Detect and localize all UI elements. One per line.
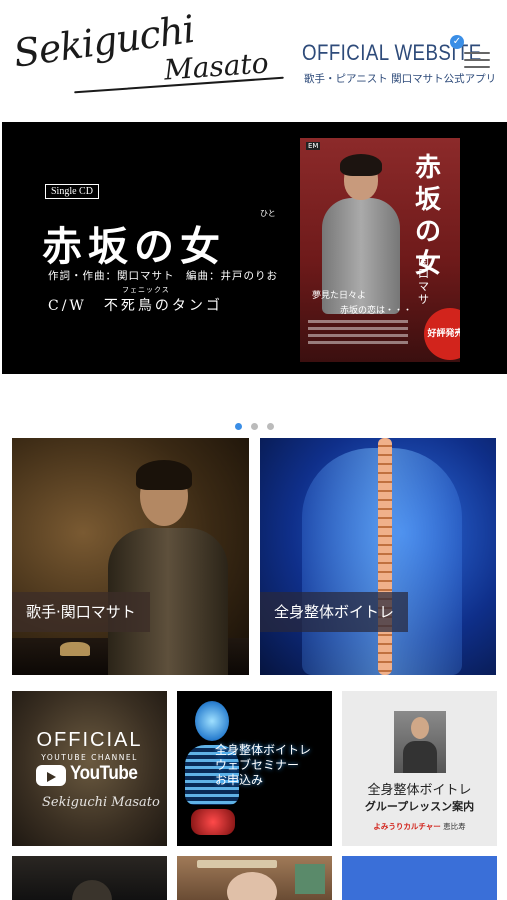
signature-logo[interactable]: Sekiguchi Masato bbox=[11, 7, 304, 100]
menu-line bbox=[464, 66, 490, 68]
hamburger-menu-icon[interactable] bbox=[464, 52, 490, 72]
web-seminar-tile[interactable]: 全身整体ボイトレ ウェブセミナー お申込み bbox=[177, 691, 332, 846]
cover-artist: 関口マサ bbox=[418, 254, 429, 306]
youtube-wordmark: YouTube bbox=[70, 763, 138, 784]
group-lesson-tile[interactable]: 全身整体ボイトレ グループレッスン案内 よみうりカルチャー 恵比寿 bbox=[342, 691, 497, 846]
bottom-tile-3[interactable] bbox=[342, 856, 497, 900]
cd-cover-image: EM 赤坂の女 関口マサ 夢見た日々よ 赤坂の恋は・・・ 好評発売中 bbox=[300, 138, 460, 362]
menu-line bbox=[464, 59, 490, 61]
hero-banner[interactable]: Single CD ひと 赤坂の女 作詞・作曲：関口マサト 編曲：井戸のりお フ… bbox=[2, 122, 507, 374]
spine-image bbox=[378, 438, 392, 675]
lesson-subtitle: グループレッスン案内 bbox=[364, 800, 475, 813]
body-voice-training-tile[interactable]: 全身整体ボイトレ bbox=[260, 438, 496, 675]
cover-lyric-1: 夢見た日々よ bbox=[312, 291, 367, 301]
song-title: 赤坂の女 bbox=[42, 223, 226, 270]
youtube-play-icon bbox=[36, 765, 66, 786]
app-header: Sekiguchi Masato OFFICIAL WEBSITE ✓ 歌手・ピ… bbox=[0, 0, 507, 122]
web-seminar-text: 全身整体ボイトレ ウェブセミナー お申込み bbox=[215, 743, 312, 787]
on-sale-badge: 好評発売中 bbox=[424, 308, 460, 360]
bottom-tile-1[interactable] bbox=[12, 856, 167, 900]
cover-fine-print bbox=[308, 320, 408, 354]
carousel-dot-2[interactable] bbox=[251, 423, 259, 430]
cover-lyric-2: 赤坂の恋は・・・ bbox=[340, 306, 413, 316]
menu-line bbox=[464, 52, 490, 54]
lesson-title: 全身整体ボイトレ bbox=[367, 783, 472, 798]
coupling-track: C/W 不死鳥のタンゴ bbox=[48, 298, 223, 314]
single-cd-badge: Single CD bbox=[45, 184, 99, 199]
instructor-photo bbox=[394, 711, 446, 773]
lamp-image bbox=[60, 642, 90, 656]
carousel-dot-1[interactable] bbox=[235, 423, 242, 430]
carousel-dot-3[interactable] bbox=[267, 423, 275, 430]
youtube-logo: YouTube bbox=[36, 763, 146, 789]
official-text: OFFICIAL bbox=[36, 729, 143, 751]
bottom-tile-2[interactable] bbox=[177, 856, 332, 900]
song-credits: 作詞・作曲：関口マサト 編曲：井戸のりお bbox=[48, 270, 278, 282]
carousel-dots bbox=[235, 415, 278, 430]
title-ruby: ひと bbox=[260, 209, 276, 218]
label-logo: EM bbox=[306, 142, 321, 150]
singer-photo bbox=[108, 458, 228, 675]
singer-tile-label: 歌手·関口マサト bbox=[12, 592, 150, 632]
lesson-venue: よみうりカルチャー 恵比寿 bbox=[373, 822, 466, 831]
cw-ruby: フェニックス bbox=[122, 286, 170, 294]
body-tile-label: 全身整体ボイトレ bbox=[260, 592, 409, 632]
singer-tile[interactable]: 歌手·関口マサト bbox=[12, 438, 249, 675]
verified-icon: ✓ bbox=[450, 35, 464, 49]
channel-text: YOUTUBE CHANNEL bbox=[41, 753, 138, 762]
site-subtitle: 歌手・ピアニスト 関口マサト公式アプリ bbox=[304, 73, 497, 85]
youtube-channel-tile[interactable]: OFFICIAL YOUTUBE CHANNEL YouTube Sekiguc… bbox=[12, 691, 167, 846]
youtube-signature: Sekiguchi Masato bbox=[42, 795, 160, 810]
